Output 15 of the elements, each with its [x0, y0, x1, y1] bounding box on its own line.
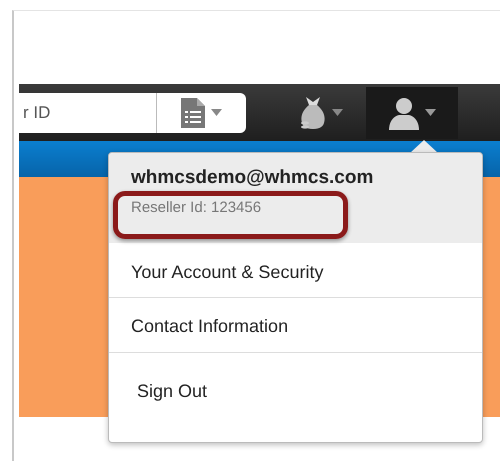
- account-menu-button[interactable]: [366, 86, 458, 138]
- document-list-icon: [181, 98, 205, 128]
- caret-icon: [424, 109, 436, 116]
- money-bag-icon: [300, 94, 326, 130]
- caret-icon: [211, 109, 222, 116]
- menu-item[interactable]: Sign Out: [109, 352, 482, 418]
- search-field[interactable]: r ID: [19, 92, 156, 132]
- menu-item[interactable]: Your Account & Security: [109, 243, 482, 297]
- document-menu-button[interactable]: [156, 92, 246, 132]
- reseller-id: Reseller Id: 123456: [131, 199, 262, 216]
- user-icon: [388, 96, 418, 130]
- search-input[interactable]: r ID: [19, 102, 147, 122]
- caret-icon: [332, 109, 342, 116]
- menu-item[interactable]: Contact Information: [109, 297, 482, 352]
- account-email: whmcsdemo@whmcs.com: [131, 167, 374, 189]
